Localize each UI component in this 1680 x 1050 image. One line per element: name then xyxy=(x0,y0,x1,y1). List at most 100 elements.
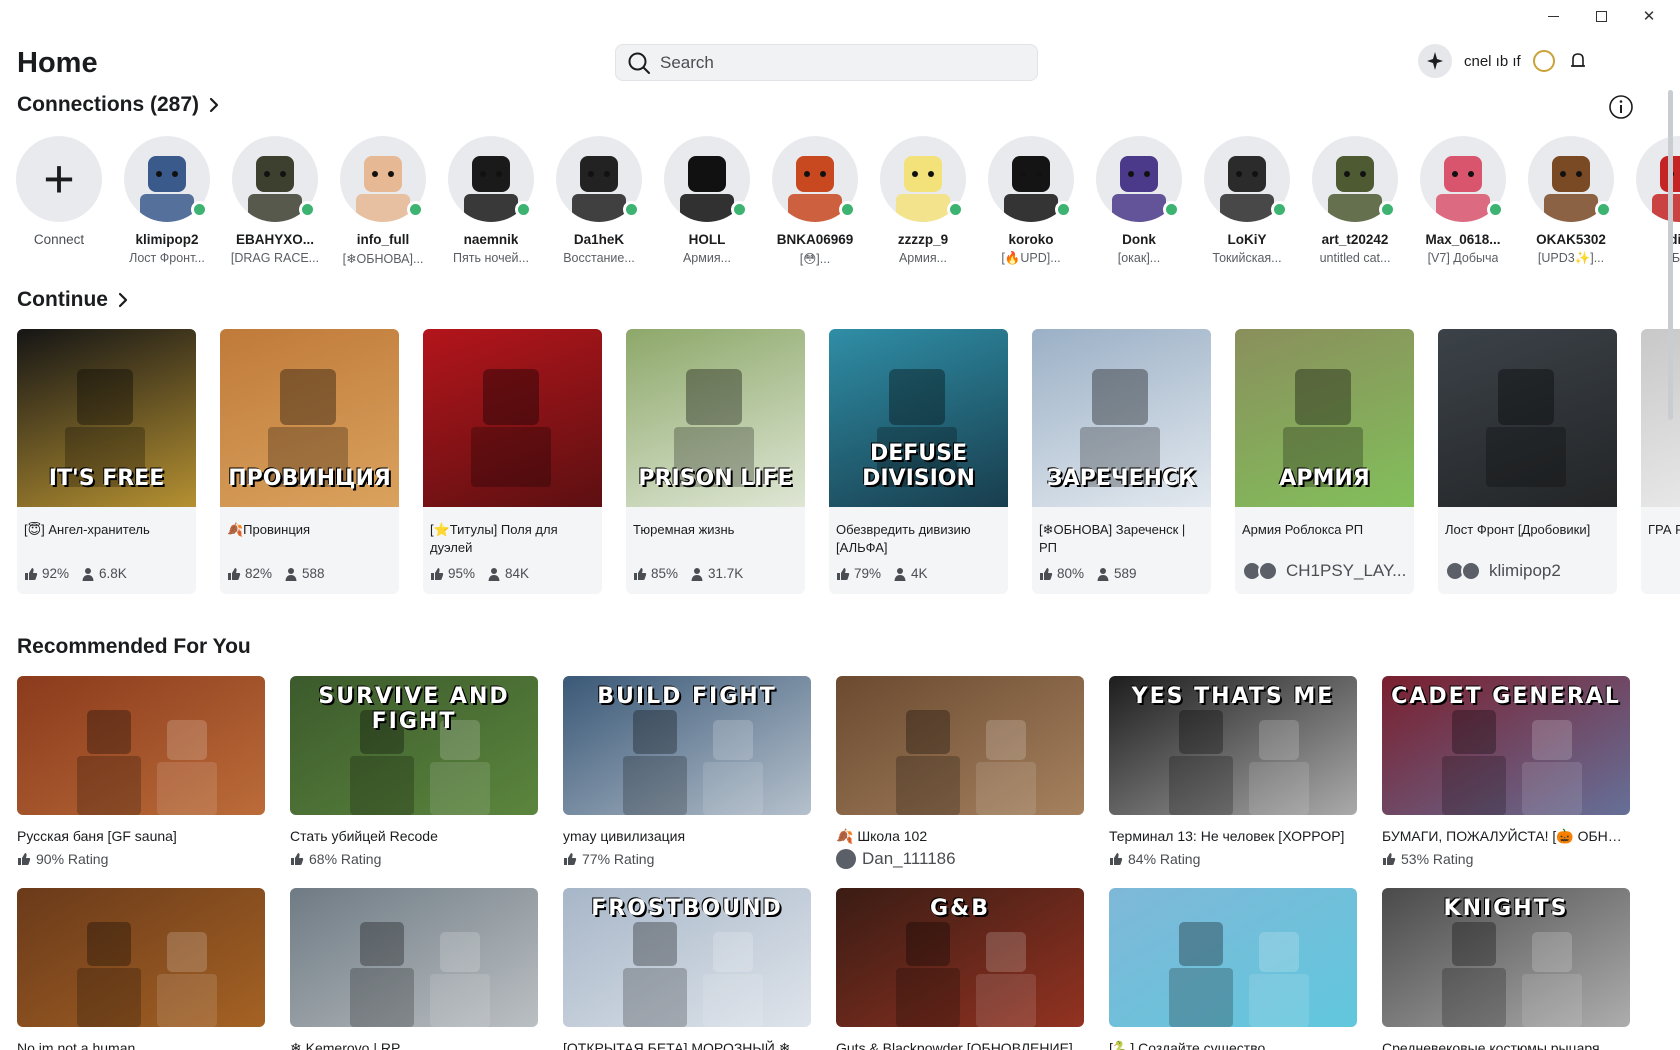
continue-game-card[interactable]: DEFUSE DIVISION Обезвредить дивизию [АЛЬФ… xyxy=(829,329,1008,594)
search-input[interactable] xyxy=(660,52,1020,73)
friend-game: [V7] Добыча xyxy=(1427,251,1499,265)
continue-game-card[interactable]: АРМИЯ Армия Роблокса РП CH1PSY_LAY... xyxy=(1235,329,1414,594)
thumbnail-caption: DEFUSE DIVISION xyxy=(862,441,975,491)
friend-game: [🔥UPD]... xyxy=(1001,251,1061,265)
minimize-button[interactable] xyxy=(1542,5,1564,27)
friend-item[interactable]: info_full [❄ОБНОВА]... xyxy=(339,136,427,266)
game-thumbnail: ПРОВИНЦИЯ xyxy=(220,329,399,507)
notification-bell-icon[interactable] xyxy=(1567,50,1589,72)
maximize-button[interactable] xyxy=(1590,5,1612,27)
friend-item[interactable]: OKAK5302 [UPD3✨]... xyxy=(1527,136,1615,266)
recommended-game-card[interactable]: Русская баня [GF sauna] 90% Rating xyxy=(17,676,265,888)
recommended-game-card[interactable]: SURVIVE AND FIGHT Стать убийцей Recode 68%… xyxy=(290,676,538,888)
thumbs-up-icon xyxy=(837,567,850,580)
recommended-game-card[interactable]: FROSTBOUND [ОТКРЫТАЯ БЕТА] МОРОЗНЫЙ ❄ xyxy=(563,888,811,1050)
recommended-game-card[interactable]: YES THATS ME Терминал 13: Не человек [ХОР… xyxy=(1109,676,1357,888)
friend-item[interactable]: Da1heK Восстание... xyxy=(555,136,643,266)
friend-name: Donk xyxy=(1122,232,1156,247)
friend-name: OKAK5302 xyxy=(1536,232,1606,247)
online-status-dot xyxy=(1271,201,1288,218)
rating-value: 95% xyxy=(448,566,476,581)
recommended-game-card[interactable]: No im not a human xyxy=(17,888,265,1050)
connections-title: Connections (287) xyxy=(17,93,200,116)
thumbnail-caption: CADET GENERAL xyxy=(1391,684,1621,709)
thumbnail-caption: G&B xyxy=(929,896,990,921)
friend-item[interactable]: HOLL Армия... xyxy=(663,136,751,266)
friend-name: Max_0618... xyxy=(1425,232,1501,247)
close-button[interactable]: ✕ xyxy=(1638,5,1660,27)
friend-avatar xyxy=(664,136,750,222)
recommended-game-card[interactable]: 🍂 Школа 102 Dan_111186 xyxy=(836,676,1084,888)
game-title: 🍂Провинция xyxy=(227,522,311,537)
friend-avatar xyxy=(772,136,858,222)
connections-header[interactable]: Connections (287) xyxy=(17,93,219,117)
friend-item[interactable]: art_t20242 untitled cat... xyxy=(1311,136,1399,266)
recommended-game-card[interactable]: BUILD FIGHT ymay цивилизация 77% Rating xyxy=(563,676,811,888)
user-avatar[interactable] xyxy=(1418,44,1452,78)
thumbs-up-icon xyxy=(634,567,647,580)
friend-game: untitled cat... xyxy=(1319,251,1391,265)
scrollbar-thumb[interactable] xyxy=(1668,90,1673,420)
friend-item[interactable]: BNKA06969 [😳]... xyxy=(771,136,859,266)
rating-stat: 82% xyxy=(227,566,272,581)
rating-stat: 79% xyxy=(836,566,881,581)
friend-item[interactable]: LoKiY Токийская... xyxy=(1203,136,1291,266)
game-title: [😇] Ангел-хранитель xyxy=(24,522,150,537)
game-title: Армия Роблокса РП xyxy=(1242,522,1364,537)
rating-value: 77% Rating xyxy=(582,851,655,867)
plus-icon: + xyxy=(43,149,75,209)
game-title: Средневековые костюмы рыцаря xyxy=(1382,1040,1600,1050)
thumbnail-caption: YES THATS ME xyxy=(1131,684,1335,709)
connect-button[interactable]: + Connect xyxy=(15,136,103,266)
continue-game-card[interactable]: IT'S FREE [😇] Ангел-хранитель 92% 6.8K xyxy=(17,329,196,594)
players-stat: 6.8K xyxy=(81,566,127,581)
thumbs-up-icon xyxy=(228,567,241,580)
friend-avatar xyxy=(1204,136,1290,222)
info-icon[interactable] xyxy=(1608,94,1634,120)
friend-item[interactable]: Max_0618... [V7] Добыча xyxy=(1419,136,1507,266)
continue-game-card[interactable]: ГРА РОС xyxy=(1641,329,1680,594)
connect-avatar: + xyxy=(16,136,102,222)
game-title: БУМАГИ, ПОЖАЛУЙСТА! [🎃 ОБНОВЛ... xyxy=(1382,828,1630,844)
friend-item[interactable]: klimipop2 Лост Фронт... xyxy=(123,136,211,266)
continue-game-card[interactable]: [⭐Титулы] Поля для дуэлей 95% 84K xyxy=(423,329,602,594)
continue-header[interactable]: Continue xyxy=(17,288,128,312)
players-icon xyxy=(1097,567,1109,581)
search-bar[interactable] xyxy=(615,44,1038,81)
thumbnail-art xyxy=(896,710,1036,815)
maximize-icon xyxy=(1595,10,1607,22)
robux-icon[interactable] xyxy=(1532,50,1555,72)
game-title: Guts & Blackpowder [ОБНОВЛЕНИЕ] xyxy=(836,1040,1073,1050)
continue-game-card[interactable]: PRISON LIFE Тюремная жизнь 85% 31.7K xyxy=(626,329,805,594)
game-thumbnail: YES THATS ME xyxy=(1109,676,1357,815)
friend-name: zzzzp_9 xyxy=(897,232,949,247)
game-thumbnail: KNIGHTS xyxy=(1382,888,1630,1027)
recommended-game-card[interactable]: KNIGHTS Средневековые костюмы рыцаря xyxy=(1382,888,1630,1050)
thumbs-up-icon xyxy=(18,853,31,865)
friend-game: [❄ОБНОВА]... xyxy=(342,252,424,266)
players-stat: 588 xyxy=(284,566,325,581)
friend-item[interactable]: zzzzp_9 Армия... xyxy=(879,136,967,266)
close-icon: ✕ xyxy=(1642,8,1656,25)
playing-friends: CH1PSY_LAY... xyxy=(1242,561,1406,581)
friend-item[interactable]: EBAHYXO... [DRAG RACE... xyxy=(231,136,319,266)
game-title: No im not a human xyxy=(17,1040,136,1050)
recommended-game-card[interactable]: CADET GENERAL БУМАГИ, ПОЖАЛУЙСТА! [🎃 ОБНО… xyxy=(1382,676,1630,888)
connections-list: + Connect klimipop2 Лост Фронт... EBAHYXO.… xyxy=(15,136,1680,266)
recommended-game-card[interactable]: [🐍] Создайте существо xyxy=(1109,888,1357,1050)
recommended-game-card[interactable]: ❄ Kemerovo | RP xyxy=(290,888,538,1050)
game-stats: 92% 6.8K xyxy=(24,566,127,581)
recommended-game-card[interactable]: G&B Guts & Blackpowder [ОБНОВЛЕНИЕ] xyxy=(836,888,1084,1050)
online-status-dot xyxy=(515,201,532,218)
game-thumbnail xyxy=(1641,329,1680,507)
rating-value: 90% Rating xyxy=(36,851,109,867)
continue-game-card[interactable]: ЗАРЕЧЕНСК [❄ОБНОВА] Зареченск | РП 80% 589 xyxy=(1032,329,1211,594)
friend-item[interactable]: Donk [окак]... xyxy=(1095,136,1183,266)
players-stat: 31.7K xyxy=(690,566,743,581)
thumbnail-art xyxy=(471,369,551,487)
friend-item[interactable]: koroko [🔥UPD]... xyxy=(987,136,1075,266)
continue-game-card[interactable]: Лост Фронт [Дробовики] klimipop2 xyxy=(1438,329,1617,594)
game-thumbnail: FROSTBOUND xyxy=(563,888,811,1027)
continue-game-card[interactable]: ПРОВИНЦИЯ 🍂Провинция 82% 588 xyxy=(220,329,399,594)
friend-item[interactable]: naemnik Пять ночей... xyxy=(447,136,535,266)
